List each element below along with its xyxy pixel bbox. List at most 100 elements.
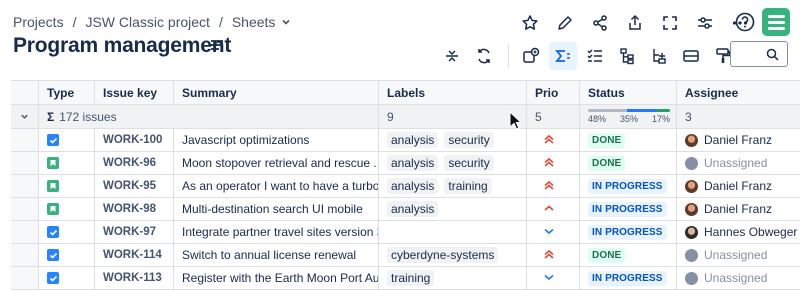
label-tag[interactable]: training (387, 270, 435, 286)
issue-key[interactable]: WORK-95 (95, 175, 174, 197)
issue-key[interactable]: WORK-98 (95, 198, 174, 220)
labels-cell[interactable]: training (379, 267, 527, 289)
issue-key[interactable]: WORK-96 (95, 152, 174, 174)
column-header-prio[interactable]: Prio (527, 81, 580, 104)
app-logo[interactable] (762, 8, 790, 36)
issue-key[interactable]: WORK-113 (95, 267, 174, 289)
assignee-cell[interactable]: Unassigned (677, 267, 800, 289)
status-badge[interactable]: DONE (588, 247, 626, 263)
label-tag[interactable]: training (444, 178, 492, 194)
sum-icon[interactable] (549, 42, 577, 70)
hierarchy-add-icon[interactable] (645, 42, 673, 70)
labels-cell[interactable]: analysis security (379, 152, 527, 174)
share-icon[interactable] (585, 11, 614, 35)
type-cell[interactable] (39, 175, 95, 197)
edit-icon[interactable] (550, 11, 579, 35)
row-selector[interactable] (11, 175, 39, 197)
hierarchy-icon[interactable] (613, 42, 641, 70)
table-row[interactable]: WORK-98 Multi-destination search UI mobil… (11, 198, 800, 221)
row-selector[interactable] (11, 244, 39, 266)
type-cell[interactable] (39, 244, 95, 266)
table-row[interactable]: WORK-114 Switch to annual license renewal… (11, 244, 800, 267)
priority-cell[interactable] (527, 198, 580, 220)
table-row[interactable]: WORK-97 Integrate partner travel sites ve… (11, 221, 800, 244)
add-view-icon[interactable] (517, 42, 545, 70)
labels-cell[interactable]: analysis (379, 198, 527, 220)
status-badge[interactable]: IN PROGRESS (588, 201, 667, 217)
labels-cell[interactable]: analysis training (379, 175, 527, 197)
status-cell[interactable]: IN PROGRESS (580, 198, 677, 220)
summary-cell[interactable]: Moon stopover retrieval and rescue ... (174, 152, 379, 174)
assignee-cell[interactable]: Daniel Franz (677, 198, 800, 220)
column-header-labels[interactable]: Labels (379, 81, 527, 104)
row-selector[interactable] (11, 198, 39, 220)
table-row[interactable]: WORK-100 Javascript optimizations analysis… (11, 129, 800, 152)
assignee-cell[interactable]: Daniel Franz (677, 175, 800, 197)
summary-cell[interactable]: As an operator I want to have a turbo... (174, 175, 379, 197)
priority-cell[interactable] (527, 244, 580, 266)
labels-cell[interactable] (379, 221, 527, 243)
row-selector[interactable] (11, 267, 39, 289)
priority-cell[interactable] (527, 129, 580, 151)
checklist-icon[interactable] (581, 42, 609, 70)
labels-cell[interactable]: cyberdyne-systems (379, 244, 527, 266)
search-input[interactable] (730, 41, 788, 67)
status-cell[interactable]: DONE (580, 129, 677, 151)
table-row[interactable]: WORK-96 Moon stopover retrieval and rescu… (11, 152, 800, 175)
type-cell[interactable] (39, 152, 95, 174)
summary-cell[interactable]: Switch to annual license renewal (174, 244, 379, 266)
label-tag[interactable]: analysis (387, 132, 439, 148)
status-badge[interactable]: DONE (588, 155, 626, 171)
menu-icon[interactable] (210, 39, 224, 51)
summary-cell[interactable]: Javascript optimizations (174, 129, 379, 151)
row-height-icon[interactable] (677, 42, 705, 70)
settings-sliders-icon[interactable] (690, 11, 719, 35)
assignee-cell[interactable]: Hannes Obweger (677, 221, 800, 243)
export-icon[interactable] (620, 11, 649, 35)
help-icon[interactable] (734, 11, 756, 33)
row-selector[interactable] (11, 152, 39, 174)
status-cell[interactable]: IN PROGRESS (580, 267, 677, 289)
issue-key[interactable]: WORK-114 (95, 244, 174, 266)
label-tag[interactable]: cyberdyne-systems (387, 247, 499, 263)
column-header-type[interactable]: Type (39, 81, 95, 104)
breadcrumb-projects[interactable]: Projects (13, 14, 64, 30)
status-cell[interactable]: DONE (580, 244, 677, 266)
type-cell[interactable] (39, 267, 95, 289)
column-header-assignee[interactable]: Assignee (677, 81, 800, 104)
refresh-icon[interactable] (470, 42, 498, 70)
label-tag[interactable]: analysis (387, 155, 439, 171)
label-tag[interactable]: analysis (387, 178, 439, 194)
assignee-cell[interactable]: Daniel Franz (677, 129, 800, 151)
issue-key[interactable]: WORK-100 (95, 129, 174, 151)
column-header-key[interactable]: Issue key (95, 81, 174, 104)
assignee-cell[interactable]: Unassigned (677, 244, 800, 266)
label-tag[interactable]: security (444, 132, 494, 148)
star-icon[interactable] (515, 11, 544, 35)
status-cell[interactable]: DONE (580, 152, 677, 174)
label-tag[interactable]: security (444, 155, 494, 171)
summary-cell[interactable]: Register with the Earth Moon Port Au... (174, 267, 379, 289)
fullscreen-icon[interactable] (655, 11, 684, 35)
priority-cell[interactable] (527, 152, 580, 174)
status-badge[interactable]: DONE (588, 132, 626, 148)
priority-cell[interactable] (527, 221, 580, 243)
issue-key[interactable]: WORK-97 (95, 221, 174, 243)
type-cell[interactable] (39, 198, 95, 220)
assignee-cell[interactable]: Unassigned (677, 152, 800, 174)
summary-cell[interactable]: Multi-destination search UI mobile (174, 198, 379, 220)
status-cell[interactable]: IN PROGRESS (580, 221, 677, 243)
chevron-down-icon[interactable] (281, 17, 291, 27)
labels-cell[interactable]: analysis security (379, 129, 527, 151)
summary-cell[interactable]: Integrate partner travel sites version 3 (174, 221, 379, 243)
priority-cell[interactable] (527, 267, 580, 289)
status-badge[interactable]: IN PROGRESS (588, 270, 667, 286)
expand-toggle[interactable] (11, 105, 39, 128)
collapse-rows-icon[interactable] (438, 42, 466, 70)
column-header-summary[interactable]: Summary (174, 81, 379, 104)
breadcrumb-project[interactable]: JSW Classic project (85, 14, 209, 30)
breadcrumb-sheets[interactable]: Sheets (232, 14, 276, 30)
row-selector[interactable] (11, 129, 39, 151)
type-cell[interactable] (39, 129, 95, 151)
status-badge[interactable]: IN PROGRESS (588, 224, 667, 240)
